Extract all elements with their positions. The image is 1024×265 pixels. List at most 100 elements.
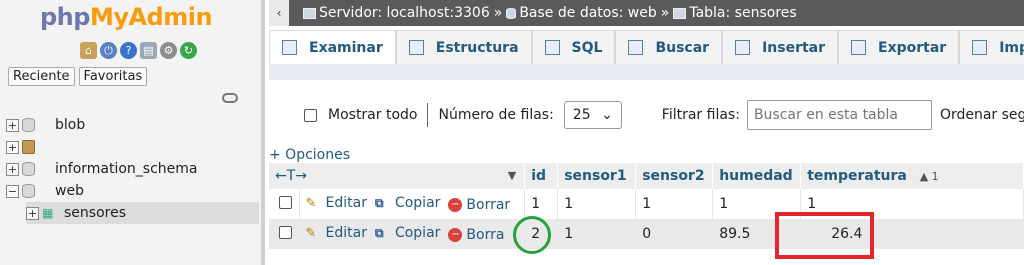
database-tree: + blob + + information_schema − web + ▦ … [6,114,259,224]
breadcrumb-database[interactable]: Base de datos: web [519,5,656,21]
copy-button[interactable]: ⧉ Copiar [375,225,440,241]
database-icon [506,7,517,19]
filter-input[interactable] [746,100,932,130]
delete-icon: − [448,198,463,212]
edit-button[interactable]: ✎ Editar [306,225,367,241]
copy-label: Copiar [394,195,441,211]
tree-item-label: blob [55,117,86,133]
help-icon[interactable]: ? [120,42,137,59]
row-select-cell [269,189,300,219]
tree-item-label: information_schema [55,161,198,177]
tab-exportar[interactable]: Exportar [838,30,960,64]
logout-icon[interactable]: ⏻ [100,42,117,59]
main-tabs: Examinar Estructura SQL Buscar Insertar … [269,28,1024,64]
breadcrumb-table[interactable]: Tabla: sensores [689,5,796,21]
column-arrows-icon[interactable]: ←T→ [275,168,307,184]
delete-button[interactable]: − Borrar [448,197,510,213]
nav-icon-bar: ⌂ ⏻ ? ▤ ⚙ ↻ [80,42,197,59]
edit-button[interactable]: ✎ Editar [306,195,367,211]
cell-sensor2[interactable]: 0 [635,219,714,249]
table-row: ✎ Editar ⧉ Copiar − Borrar 1 1 1 1 1 [269,189,1024,219]
server-icon [303,7,316,19]
tab-importar[interactable]: Importar [959,30,1024,64]
delete-label: Borrar [466,197,511,213]
breadcrumb-separator: » [493,5,503,21]
collapse-nav-button[interactable]: ‹ [269,0,289,26]
cell-sensor1[interactable]: 1 [557,189,637,219]
import-icon [972,40,988,55]
column-header-id[interactable]: id [524,163,559,189]
insert-icon [735,40,751,55]
cell-sensor1[interactable]: 1 [557,219,637,249]
tree-item-sensores[interactable]: + ▦ sensores [26,202,259,224]
docs-icon[interactable]: ▤ [140,42,157,59]
tab-label: Estructura [435,39,519,56]
highlight-box [775,212,874,259]
edit-label: Editar [325,195,367,211]
tab-examinar[interactable]: Examinar [269,30,396,64]
tab-favoritas[interactable]: Favoritas [78,67,148,86]
tab-buscar[interactable]: Buscar [615,30,723,64]
column-header-humedad[interactable]: humedad [712,163,802,189]
tab-label: Exportar [878,39,947,56]
breadcrumb-server[interactable]: Servidor: localhost:3306 [319,5,490,21]
main-panel: ‹ Servidor: localhost:3306 » Base de dat… [269,0,1024,265]
column-menu-icon[interactable]: ▼ [508,169,516,182]
results-table: ←T→ ▼ id sensor1 sensor2 humedad tempera… [269,163,1024,249]
database-icon [22,184,35,198]
link-icon[interactable] [222,93,238,103]
pencil-icon: ✎ [305,196,317,211]
column-header-temperatura[interactable]: temperatura ▲ 1 [800,163,1024,189]
reload-icon[interactable]: ↻ [180,42,197,59]
copy-icon: ⧉ [374,226,384,240]
breadcrumb: ‹ Servidor: localhost:3306 » Base de dat… [269,0,1024,26]
database-icon [22,162,35,176]
navigation-panel: phpMyAdmin ⌂ ⏻ ? ▤ ⚙ ↻ Reciente Favorita… [0,0,265,265]
highlight-circle [513,216,551,254]
breadcrumb-separator: » [660,5,670,21]
cell-id[interactable]: 1 [524,189,559,219]
rows-select-value: 25 [572,107,591,123]
row-actions: ✎ Editar ⧉ Copiar − Borra [299,219,526,249]
delete-icon: − [448,228,463,242]
column-header-sensor2[interactable]: sensor2 [635,163,714,189]
expand-icon[interactable]: + [26,206,39,220]
database-icon [22,118,35,132]
phpmyadmin-logo[interactable]: phpMyAdmin [40,3,213,31]
tree-item-unnamed[interactable]: + [6,136,259,158]
sort-label: Ordenar según [939,107,1024,123]
tab-reciente[interactable]: Reciente [8,67,75,86]
filter-label: Filtrar filas: [661,107,740,123]
tree-item-information-schema[interactable]: + information_schema [6,158,259,180]
show-all-checkbox[interactable] [304,108,317,122]
delete-label: Borra [466,227,505,243]
chevron-down-icon: ⌄ [601,107,613,123]
tab-label: Insertar [762,39,826,56]
expand-icon[interactable]: + [6,140,19,154]
phpmyadmin-window: phpMyAdmin ⌂ ⏻ ? ▤ ⚙ ↻ Reciente Favorita… [0,0,1024,265]
collapse-icon[interactable]: − [6,184,19,198]
tree-item-web[interactable]: − web [6,180,259,202]
tree-item-blob[interactable]: + blob [6,114,259,136]
tab-sql[interactable]: SQL [531,30,616,64]
expand-icon[interactable]: + [6,118,19,132]
rows-select[interactable]: 25 ⌄ [563,101,622,129]
rows-label: Número de filas: [438,107,554,123]
copy-label: Copiar [394,225,441,241]
cell-sensor2[interactable]: 1 [635,189,714,219]
options-link[interactable]: + Opciones [269,147,350,163]
table-header: ←T→ ▼ id sensor1 sensor2 humedad tempera… [269,163,1024,189]
column-header-sensor1[interactable]: sensor1 [557,163,637,189]
show-all-label: Mostrar todo [328,107,418,123]
delete-button[interactable]: − Borra [448,227,504,243]
row-checkbox[interactable] [279,195,292,209]
expand-icon[interactable]: + [6,162,19,176]
row-checkbox[interactable] [279,225,292,239]
divider [427,103,429,127]
copy-button[interactable]: ⧉ Copiar [375,195,440,211]
home-icon[interactable]: ⌂ [80,42,97,59]
gear-icon[interactable]: ⚙ [160,42,177,59]
tab-estructura[interactable]: Estructura [395,30,532,64]
pencil-icon: ✎ [305,226,317,241]
tab-insertar[interactable]: Insertar [722,30,839,64]
